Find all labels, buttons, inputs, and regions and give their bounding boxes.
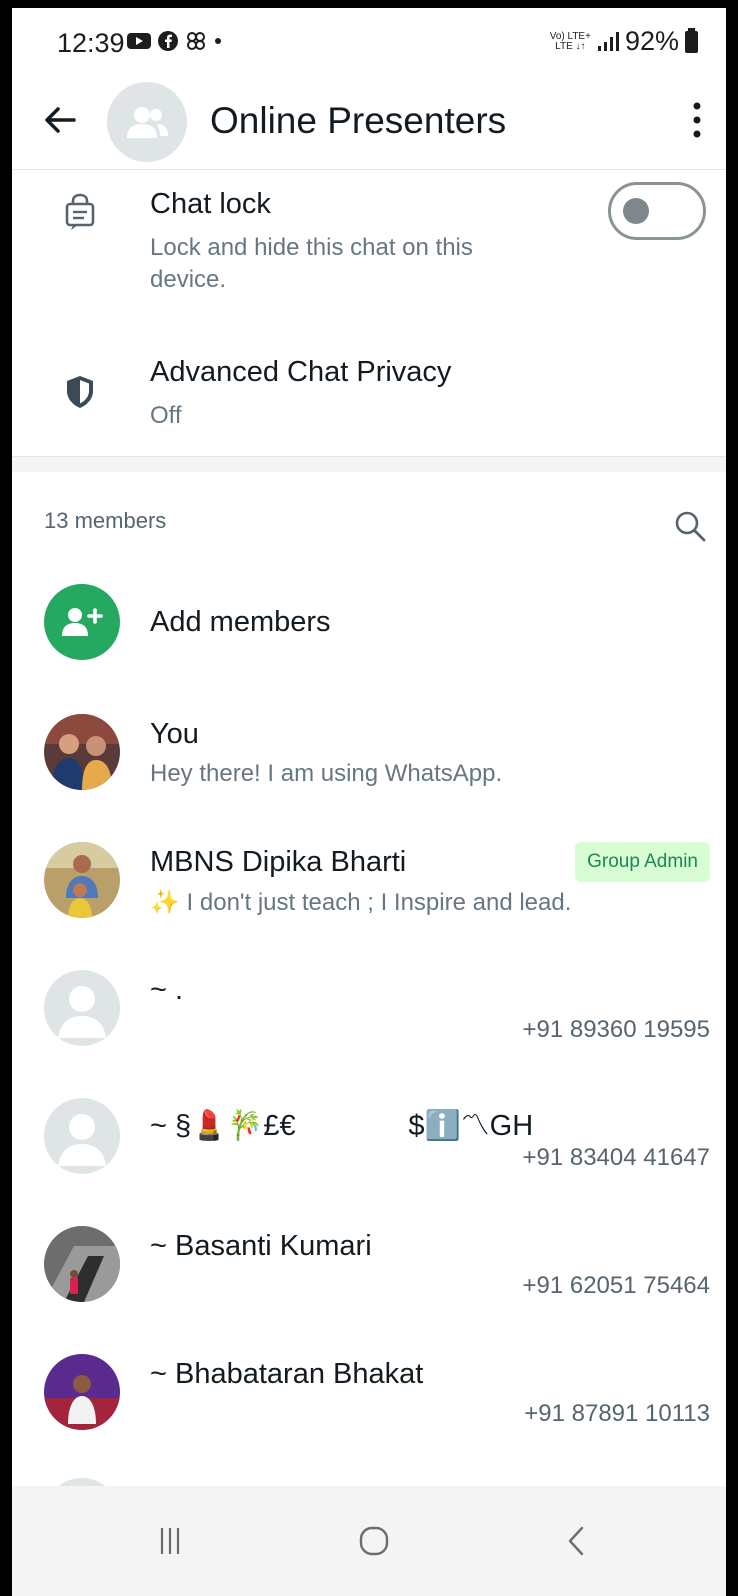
avatar (44, 1098, 120, 1174)
member-row[interactable]: ~ Basanti Kumari +91 62051 75464 (12, 1226, 726, 1336)
avatar (44, 970, 120, 1046)
members-search-button[interactable] (672, 508, 708, 549)
page-title[interactable]: Online Presenters (210, 100, 506, 142)
app-pinwheel-icon (187, 32, 205, 50)
chat-lock-row[interactable]: Chat lock Lock and hide this chat on thi… (12, 170, 726, 310)
member-name: ~ §💄🎋£€ $ℹ️〽GH (150, 1110, 534, 1142)
member-phone: +91 62051 75464 (522, 1272, 710, 1299)
more-vert-icon (693, 102, 701, 138)
battery-percent: 92% (624, 26, 679, 56)
advanced-privacy-value: Off (150, 402, 182, 429)
chat-lock-icon (65, 193, 95, 230)
member-phone: +91 89360 19595 (522, 1016, 710, 1043)
notification-icons (127, 30, 223, 52)
search-icon (675, 511, 706, 542)
member-name: ~ Bhabataran Bhakat (150, 1358, 424, 1390)
group-avatar[interactable] (107, 82, 187, 162)
add-members-avatar (44, 584, 120, 660)
status-bar: 12:39 Vo) LTE+ LTE ↓↑ 92% (12, 8, 726, 74)
advanced-privacy-title: Advanced Chat Privacy (150, 356, 452, 388)
member-row[interactable]: MBNS Dipika Bharti ✨ I don't just teach … (12, 842, 726, 952)
shield-icon (67, 376, 93, 408)
member-phone: +91 87891 10113 (524, 1400, 710, 1427)
battery-icon (685, 27, 698, 53)
member-about: ✨ I don't just teach ; I Inspire and lea… (150, 889, 572, 916)
photo-avatar-icon (44, 1354, 120, 1430)
advanced-privacy-row[interactable]: Advanced Chat Privacy Off (12, 338, 726, 448)
chat-lock-subtitle-2: device. (150, 266, 227, 293)
member-row[interactable]: ~ . +91 89360 19595 (12, 970, 726, 1080)
group-admin-badge: Group Admin (575, 842, 710, 882)
back-nav-button[interactable] (552, 1516, 602, 1566)
photo-avatar-icon (44, 1226, 120, 1302)
default-person-icon (58, 986, 106, 1038)
chat-lock-subtitle-1: Lock and hide this chat on this (150, 234, 473, 261)
avatar (44, 714, 120, 790)
avatar (44, 1354, 120, 1430)
toggle-knob (623, 198, 649, 224)
add-members-label: Add members (150, 606, 331, 638)
app-header: Online Presenters (12, 74, 726, 170)
arrow-left-icon (45, 107, 76, 133)
avatar (44, 1226, 120, 1302)
status-time: 12:39 (57, 28, 125, 58)
chevron-left-icon (568, 1526, 584, 1556)
more-options-button[interactable] (682, 98, 712, 142)
photo-avatar-icon (44, 714, 120, 790)
add-members-row[interactable]: Add members (12, 584, 726, 694)
member-row[interactable]: ~ §💄🎋£€ $ℹ️〽GH +91 83404 41647 (12, 1098, 726, 1208)
member-about: Hey there! I am using WhatsApp. (150, 760, 503, 787)
section-divider (12, 456, 726, 472)
chat-lock-title: Chat lock (150, 188, 271, 220)
recent-apps-icon (160, 1528, 180, 1554)
facebook-icon (158, 31, 178, 51)
photo-avatar-icon (44, 842, 120, 918)
network-indicator: Vo) LTE+ LTE ↓↑ (549, 30, 591, 52)
member-name: You (150, 718, 199, 750)
member-name: ~ Basanti Kumari (150, 1230, 372, 1262)
back-button[interactable] (40, 100, 80, 140)
member-name: ~ . (150, 974, 184, 1006)
home-button[interactable] (349, 1516, 399, 1566)
member-phone: +91 83404 41647 (522, 1144, 710, 1171)
system-nav-bar (12, 1486, 726, 1596)
signal-icon (597, 31, 619, 51)
avatar (44, 842, 120, 918)
dot-icon (215, 38, 221, 44)
chat-lock-toggle[interactable] (608, 182, 706, 240)
home-icon (359, 1526, 389, 1556)
youtube-icon (127, 33, 151, 49)
add-person-icon (62, 608, 103, 636)
member-name: MBNS Dipika Bharti (150, 846, 407, 878)
status-right: Vo) LTE+ LTE ↓↑ 92% (550, 26, 698, 57)
screen: 12:39 Vo) LTE+ LTE ↓↑ 92% Online Present… (12, 8, 726, 1596)
members-count: 13 members (44, 508, 167, 533)
recent-apps-button[interactable] (145, 1516, 195, 1566)
group-icon (127, 107, 168, 138)
default-person-icon (58, 1114, 106, 1166)
member-row[interactable]: You Hey there! I am using WhatsApp. (12, 714, 726, 824)
member-row[interactable]: ~ Bhabataran Bhakat +91 87891 10113 (12, 1354, 726, 1464)
